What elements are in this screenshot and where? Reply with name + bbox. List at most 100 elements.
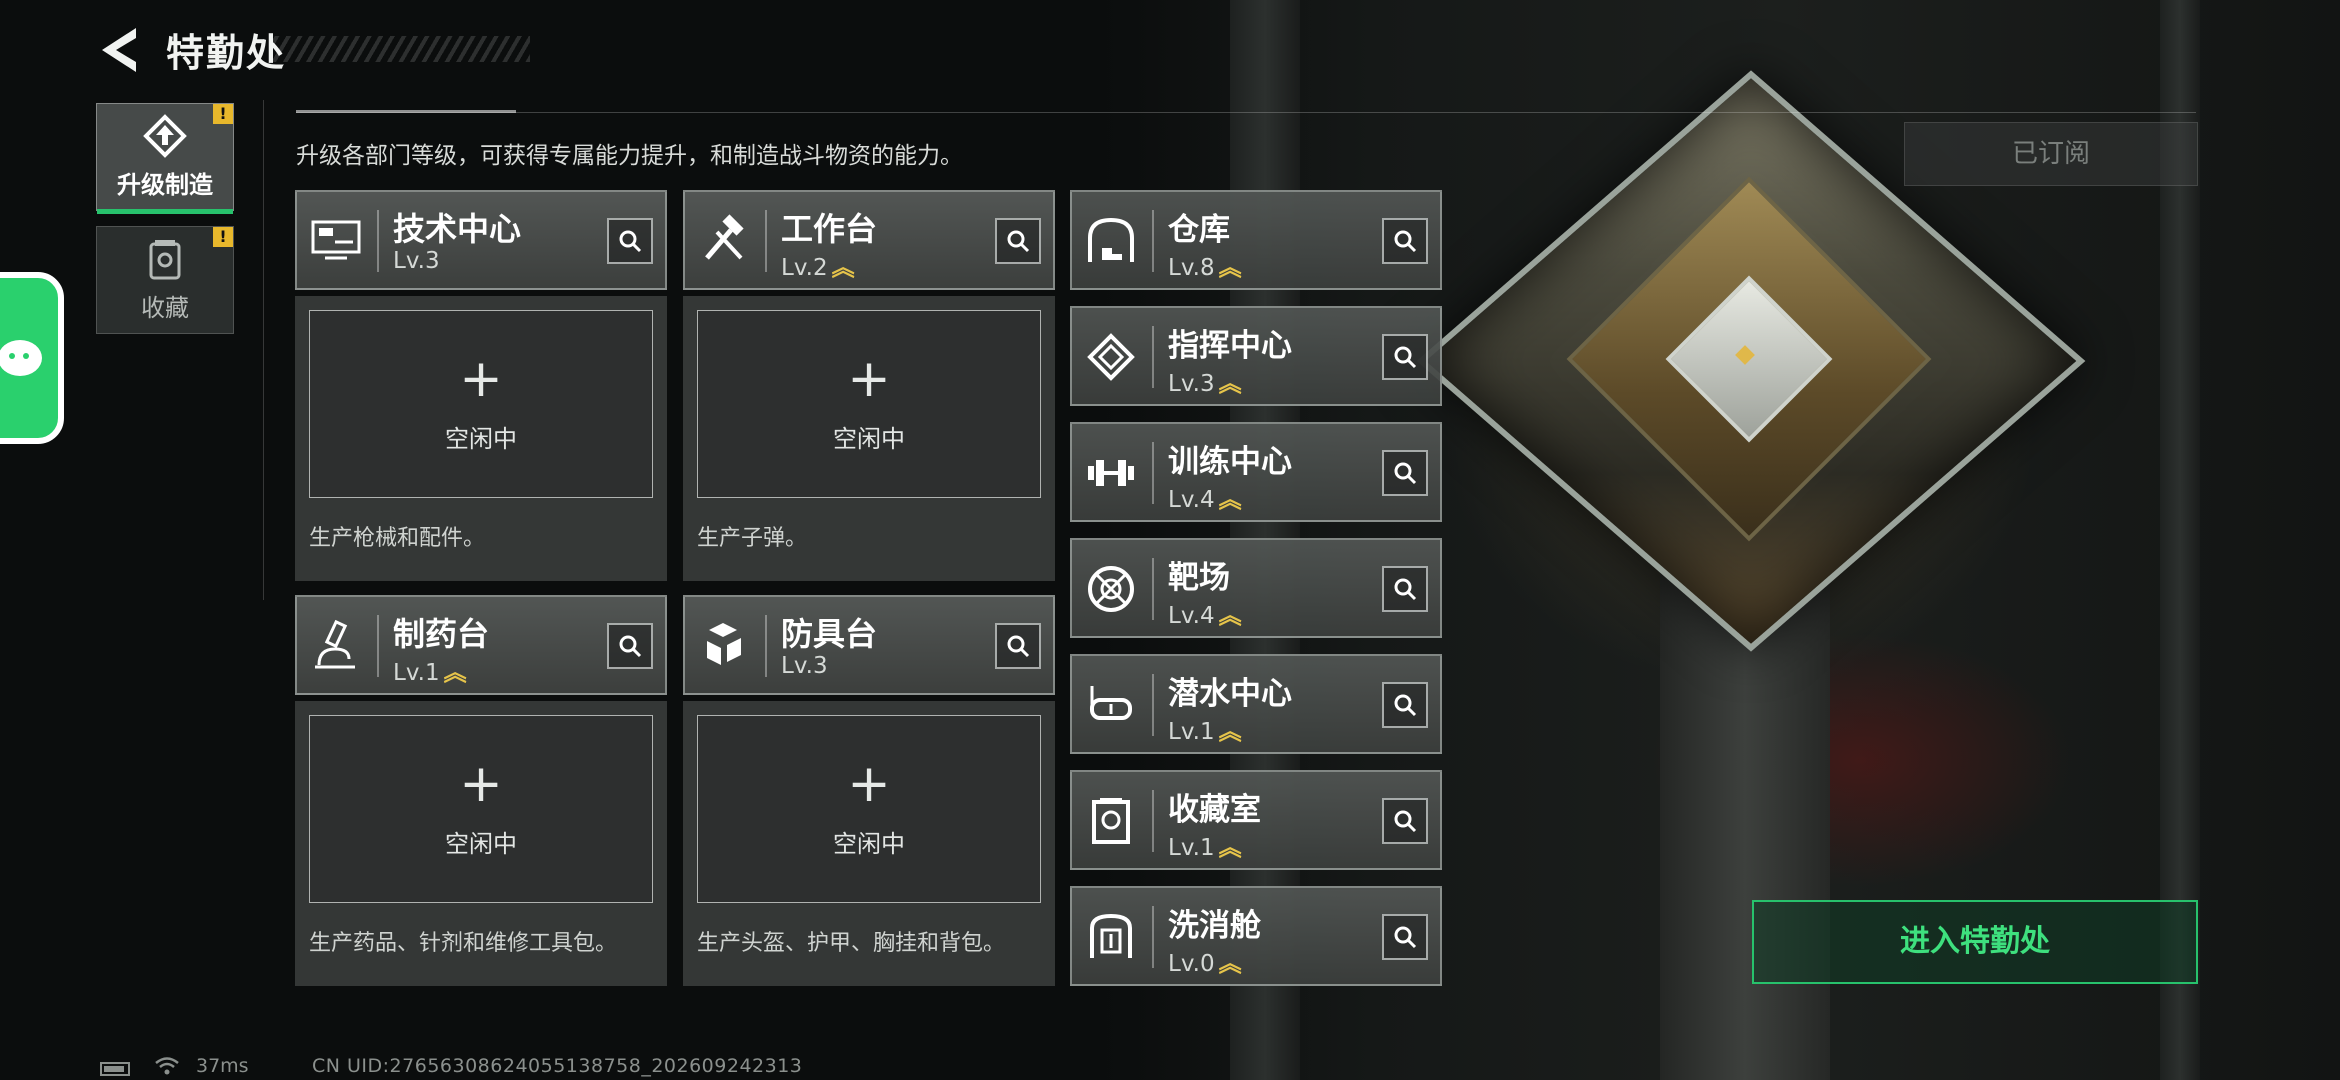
facility-command-center[interactable]: 指挥中心 Lv.3 ︽ [1070, 306, 1442, 406]
armor-bench-icon [707, 623, 741, 665]
facility-name: 收藏室 [1168, 792, 1261, 828]
separator [765, 615, 767, 677]
wechat-floating-button[interactable] [0, 272, 64, 444]
workstation-armor-bench[interactable]: 防具台 Lv.3 [683, 595, 1055, 695]
separator [1152, 442, 1154, 504]
back-arrow-icon [102, 28, 136, 72]
workstation-description: 生产子弹。 [697, 526, 808, 551]
back-button[interactable] [96, 24, 142, 76]
workstation-tech-center[interactable]: 技术中心 Lv.3 [295, 190, 667, 290]
search-icon [1394, 462, 1417, 485]
subscribed-button[interactable]: 已订阅 [1904, 122, 2198, 186]
divider-highlight [296, 110, 516, 113]
alert-badge: ! [213, 227, 233, 247]
inspect-button[interactable] [1382, 450, 1428, 496]
ping-text: 37ms [196, 1055, 249, 1077]
separator [765, 210, 767, 272]
facility-name: 洗消舱 [1168, 908, 1261, 944]
workstation-level: Lv.3 [393, 248, 440, 274]
inspect-button[interactable] [1382, 566, 1428, 612]
upgrade-available-icon: ︽ [1218, 603, 1242, 629]
inspect-button[interactable] [1382, 218, 1428, 264]
upgrade-available-icon: ︽ [1218, 719, 1242, 745]
page-title: 特勤处 [166, 31, 287, 75]
facility-shooting-range[interactable]: 靶场 Lv.4 ︽ [1070, 538, 1442, 638]
upgrade-available-icon: ︽ [1218, 487, 1242, 513]
separator [1152, 210, 1154, 272]
page-description: 升级各部门等级，可获得专属能力提升，和制造战斗物资的能力。 [296, 143, 963, 169]
plus-icon: + [459, 349, 503, 409]
command-center-icon [1087, 333, 1135, 381]
workstation-description: 生产头盔、护甲、胸挂和背包。 [697, 931, 1006, 956]
facility-level: Lv.1 ︽ [1168, 835, 1242, 861]
search-icon [619, 635, 642, 658]
decon-chamber-icon [1090, 913, 1132, 958]
separator [1152, 674, 1154, 736]
workstation-name: 防具台 [781, 615, 878, 653]
facility-level: Lv.1 ︽ [1168, 719, 1242, 745]
facility-level: Lv.0 ︽ [1168, 951, 1242, 977]
facility-level: Lv.8 ︽ [1168, 255, 1242, 281]
alert-badge: ! [213, 104, 233, 124]
inspect-button[interactable] [1382, 334, 1428, 380]
search-icon [1394, 926, 1417, 949]
facility-level: Lv.4 ︽ [1168, 603, 1242, 629]
separator [377, 615, 379, 677]
rail-divider [263, 100, 264, 600]
slot-status: 空闲中 [833, 830, 905, 858]
separator [1152, 326, 1154, 388]
search-icon [1007, 635, 1030, 658]
production-slot[interactable]: + 空闲中 [697, 715, 1041, 903]
workstation-level: Lv.2 ︽ [781, 255, 855, 281]
search-icon [1394, 694, 1417, 717]
facility-warehouse[interactable]: 仓库 Lv.8 ︽ [1070, 190, 1442, 290]
workstation-production-panel: + 空闲中 生产枪械和配件。 [295, 296, 667, 581]
wifi-icon [155, 1057, 179, 1075]
facility-collection-room[interactable]: 收藏室 Lv.1 ︽ [1070, 770, 1442, 870]
workstation-description: 生产枪械和配件。 [309, 526, 486, 551]
search-icon [619, 230, 642, 253]
production-slot[interactable]: + 空闲中 [697, 310, 1041, 498]
slot-status: 空闲中 [445, 830, 517, 858]
plus-icon: + [847, 349, 891, 409]
inspect-button[interactable] [607, 623, 653, 669]
search-icon [1394, 346, 1417, 369]
inspect-button[interactable] [1382, 682, 1428, 728]
inspect-button[interactable] [607, 218, 653, 264]
plus-icon: + [459, 754, 503, 814]
tab-collection[interactable]: ! 收藏 [96, 226, 234, 334]
facility-name: 训练中心 [1168, 444, 1292, 480]
facility-level: Lv.4 ︽ [1168, 487, 1242, 513]
workstation-name: 工作台 [781, 210, 878, 248]
search-icon [1394, 810, 1417, 833]
inspect-button[interactable] [1382, 914, 1428, 960]
facility-decon-chamber[interactable]: 洗消舱 Lv.0 ︽ [1070, 886, 1442, 986]
production-slot[interactable]: + 空闲中 [309, 310, 653, 498]
facility-training-center[interactable]: 训练中心 Lv.4 ︽ [1070, 422, 1442, 522]
search-icon [1007, 230, 1030, 253]
workstation-name: 技术中心 [393, 210, 522, 248]
inspect-button[interactable] [995, 218, 1041, 264]
workbench-icon [705, 214, 744, 260]
wechat-icon [0, 340, 42, 376]
workstation-workbench[interactable]: 工作台 Lv.2 ︽ [683, 190, 1055, 290]
shooting-range-icon [1088, 566, 1134, 612]
search-icon [1394, 578, 1417, 601]
tab-upgrade-manufacture[interactable]: ! 升级制造 [96, 103, 234, 214]
inspect-button[interactable] [995, 623, 1041, 669]
production-slot[interactable]: + 空闲中 [309, 715, 653, 903]
enter-special-ops-button[interactable]: 进入特勤处 [1752, 900, 2198, 984]
search-icon [1394, 230, 1417, 253]
separator [1152, 558, 1154, 620]
workstation-production-panel: + 空闲中 生产头盔、护甲、胸挂和背包。 [683, 701, 1055, 986]
upgrade-available-icon: ︽ [1218, 371, 1242, 397]
facility-name: 指挥中心 [1168, 328, 1292, 364]
slot-status: 空闲中 [445, 425, 517, 453]
title-decoration [272, 36, 530, 62]
tab-label: 升级制造 [117, 171, 213, 199]
separator [1152, 906, 1154, 968]
upgrade-available-icon: ︽ [831, 255, 855, 281]
inspect-button[interactable] [1382, 798, 1428, 844]
facility-diving-center[interactable]: 潜水中心 Lv.1 ︽ [1070, 654, 1442, 754]
workstation-pharmacy[interactable]: 制药台 Lv.1 ︽ [295, 595, 667, 695]
